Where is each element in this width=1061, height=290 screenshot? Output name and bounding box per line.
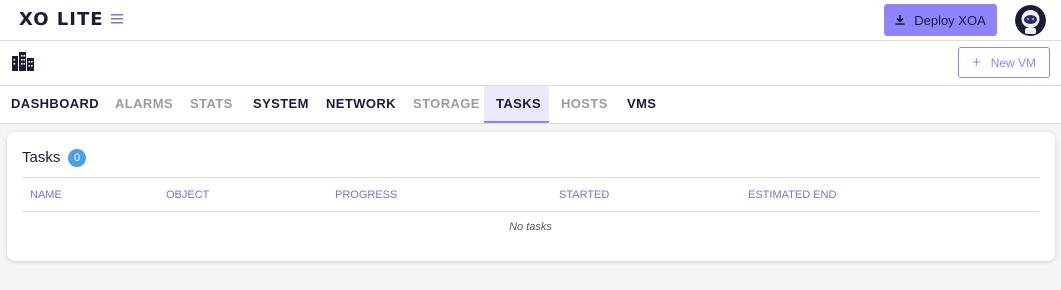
page-toolbar: + New VM [0,41,1061,86]
column-header-started[interactable]: STARTED [559,189,609,201]
app-logo: XO LITE [19,9,104,30]
table-top-divider [22,177,1039,178]
pool-buildings-icon [12,52,34,71]
empty-tasks-message: No tasks [509,221,552,233]
deploy-xoa-label: Deploy XOA [914,12,986,28]
deploy-xoa-button[interactable]: Deploy XOA [884,4,997,36]
tab-bar: DASHBOARD ALARMS STATS SYSTEM NETWORK ST… [0,86,1061,124]
tab-vms[interactable]: VMS [615,86,667,123]
column-header-estimated-end[interactable]: ESTIMATED END [748,189,836,201]
tab-dashboard[interactable]: DASHBOARD [0,86,101,123]
new-vm-button[interactable]: + New VM [958,47,1050,78]
download-icon [895,15,905,25]
tab-alarms[interactable]: ALARMS [101,86,176,123]
column-header-object[interactable]: OBJECT [166,189,209,201]
tab-stats[interactable]: STATS [176,86,240,123]
new-vm-label: New VM [990,55,1037,70]
tab-storage[interactable]: STORAGE [401,86,484,123]
hamburger-menu-icon[interactable] [111,13,123,25]
column-header-progress[interactable]: PROGRESS [335,189,397,201]
tasks-title: Tasks [22,149,61,166]
table-header-divider [22,211,1039,212]
tasks-count-badge: 0 [68,149,86,167]
tasks-card: Tasks 0 NAME OBJECT PROGRESS STARTED EST… [7,132,1055,261]
tab-system[interactable]: SYSTEM [240,86,314,123]
column-header-name[interactable]: NAME [30,189,62,201]
tab-network[interactable]: NETWORK [314,86,401,123]
top-bar: XO LITE Deploy XOA [0,0,1061,41]
tab-hosts[interactable]: HOSTS [549,86,615,123]
plus-icon: + [971,53,981,71]
tab-tasks[interactable]: TASKS [484,86,549,123]
user-avatar[interactable] [1015,5,1046,36]
